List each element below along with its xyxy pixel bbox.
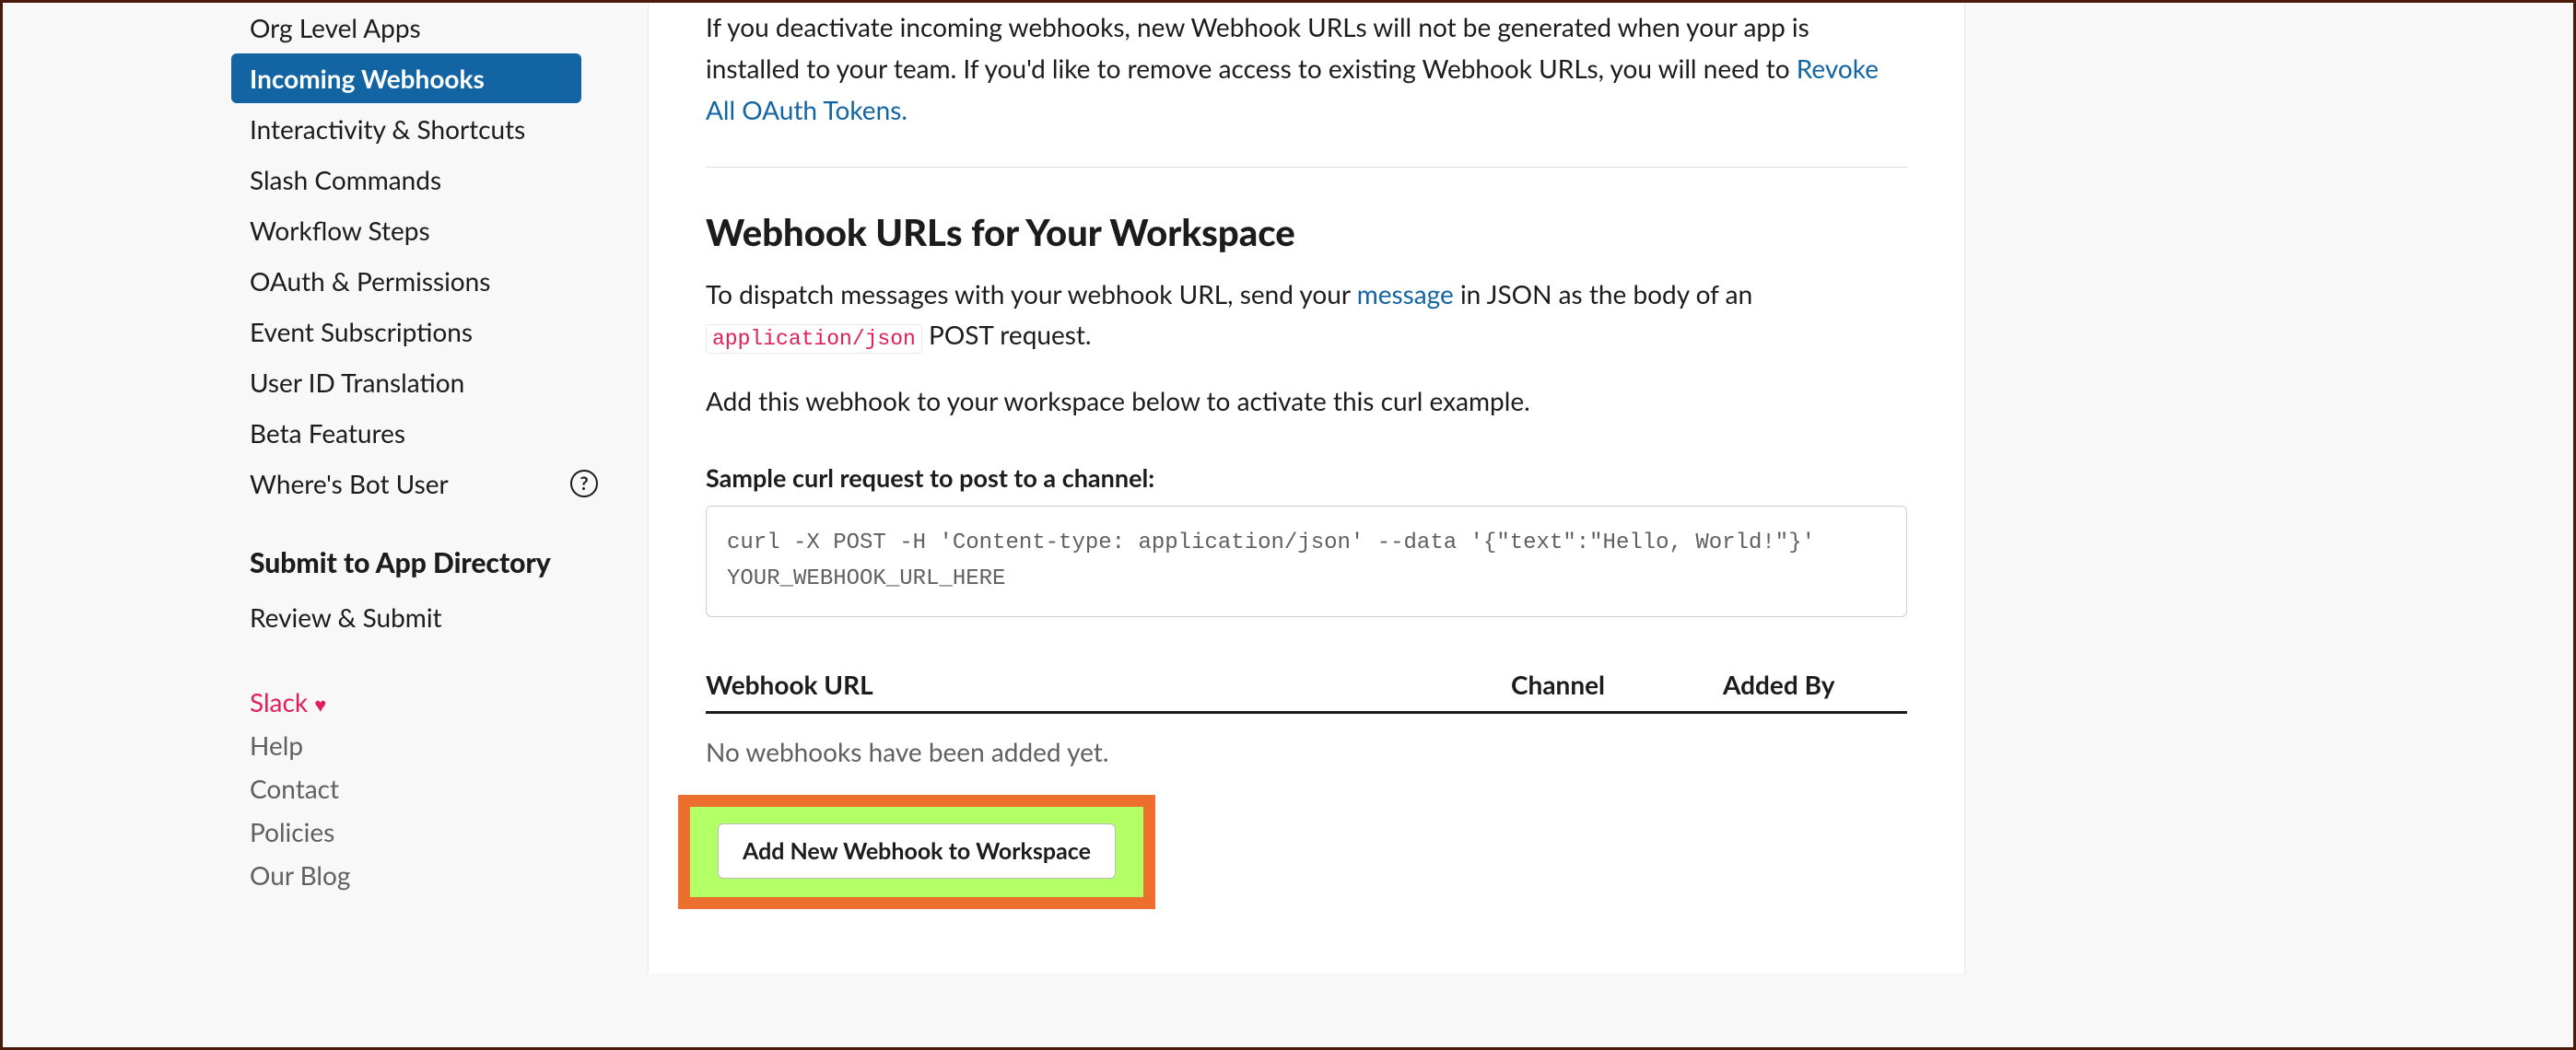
- inline-code-json: application/json: [706, 324, 922, 354]
- help-icon[interactable]: ?: [570, 470, 598, 497]
- table-header-added-by: Added By: [1723, 669, 1907, 700]
- sidebar-item-slash-commands[interactable]: Slash Commands: [231, 155, 581, 204]
- dispatch-text-part1: To dispatch messages with your webhook U…: [706, 278, 1357, 309]
- footer-link-slack[interactable]: Slack ♥: [231, 678, 581, 721]
- sidebar-item-oauth-permissions[interactable]: OAuth & Permissions: [231, 256, 581, 306]
- sidebar: Org Level Apps Incoming Webhooks Interac…: [231, 3, 600, 974]
- dispatch-text-part3: POST request.: [922, 319, 1092, 350]
- sample-curl-label: Sample curl request to post to a channel…: [706, 462, 1907, 493]
- webhook-table-header: Webhook URL Channel Added By: [706, 669, 1907, 714]
- sidebar-item-incoming-webhooks[interactable]: Incoming Webhooks: [231, 53, 581, 103]
- sidebar-item-label: Where's Bot User: [250, 468, 449, 499]
- footer-link-contact[interactable]: Contact: [231, 764, 581, 808]
- curl-code-block: curl -X POST -H 'Content-type: applicati…: [706, 506, 1907, 617]
- footer-link-slack-label: Slack: [250, 686, 308, 718]
- sidebar-item-wheres-bot-user[interactable]: Where's Bot User ?: [231, 459, 581, 508]
- footer-link-policies[interactable]: Policies: [231, 808, 581, 851]
- deactivate-text-part: If you deactivate incoming webhooks, new…: [706, 11, 1809, 84]
- message-link[interactable]: message: [1357, 278, 1454, 309]
- sidebar-item-workflow-steps[interactable]: Workflow Steps: [231, 205, 581, 255]
- sidebar-item-beta-features[interactable]: Beta Features: [231, 408, 581, 458]
- sidebar-section-title: Submit to App Directory: [231, 530, 581, 581]
- dispatch-text: To dispatch messages with your webhook U…: [706, 274, 1907, 356]
- heart-icon: ♥: [314, 692, 326, 717]
- sidebar-item-event-subscriptions[interactable]: Event Subscriptions: [231, 307, 581, 356]
- webhook-empty-state: No webhooks have been added yet.: [706, 714, 1907, 795]
- footer-link-help[interactable]: Help: [231, 721, 581, 764]
- footer-link-blog[interactable]: Our Blog: [231, 851, 581, 894]
- section-divider: [706, 167, 1907, 168]
- dispatch-text-part2: in JSON as the body of an: [1454, 278, 1752, 309]
- annotation-highlight-box: Add New Webhook to Workspace: [678, 795, 1155, 909]
- sidebar-item-user-id-translation[interactable]: User ID Translation: [231, 357, 581, 407]
- add-webhook-button[interactable]: Add New Webhook to Workspace: [718, 823, 1116, 879]
- table-header-url: Webhook URL: [706, 669, 1511, 700]
- main-content: If you deactivate incoming webhooks, new…: [648, 3, 1965, 974]
- sidebar-link-review-submit[interactable]: Review & Submit: [231, 581, 581, 636]
- table-header-channel: Channel: [1511, 669, 1723, 700]
- activate-text: Add this webhook to your workspace below…: [706, 381, 1907, 421]
- sidebar-item-org-level-apps[interactable]: Org Level Apps: [231, 3, 581, 52]
- sidebar-item-interactivity[interactable]: Interactivity & Shortcuts: [231, 104, 581, 154]
- section-heading: Webhook URLs for Your Workspace: [706, 210, 1907, 254]
- deactivate-info-text: If you deactivate incoming webhooks, new…: [706, 3, 1907, 167]
